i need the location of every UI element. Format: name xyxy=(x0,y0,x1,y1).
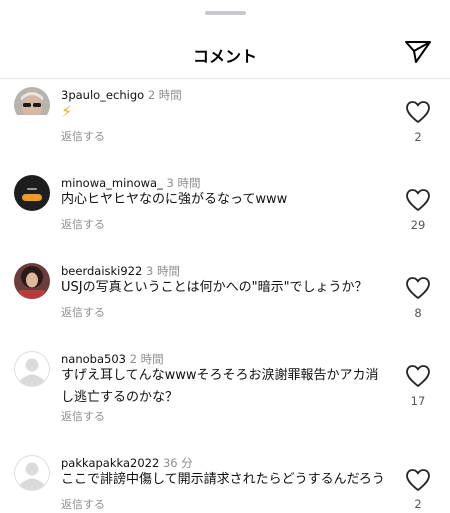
reply-button[interactable]: 返信する xyxy=(61,128,105,144)
username[interactable]: minowa_minowa_ xyxy=(61,176,163,190)
like-count: 2 xyxy=(414,130,422,144)
reply-button[interactable]: 返信する xyxy=(61,496,105,512)
avatar[interactable] xyxy=(14,351,50,387)
avatar-photo-icon xyxy=(14,87,50,123)
heart-icon[interactable] xyxy=(405,100,431,124)
heart-icon[interactable] xyxy=(405,276,431,300)
avatar-photo-icon xyxy=(14,263,50,299)
comment-time: 36 分 xyxy=(162,456,193,470)
avatar-badge-icon xyxy=(14,175,50,211)
comment-text: USJの写真ということは何かへの"暗示"でしょうか？ xyxy=(61,280,368,295)
reply-button[interactable]: 返信する xyxy=(61,216,105,232)
comment-time: 3 時間 xyxy=(145,264,180,278)
heart-icon[interactable] xyxy=(405,364,431,388)
comments-sheet: コメント 3paulo_echigo 2 時間 ⚡ 返信する 2 minowa_… xyxy=(0,0,450,513)
comment-text: ⚡ xyxy=(61,102,73,121)
username[interactable]: beerdaiski922 xyxy=(61,264,142,278)
heart-icon[interactable] xyxy=(405,468,431,492)
avatar[interactable] xyxy=(14,175,50,211)
like-count: 8 xyxy=(414,306,422,320)
drag-handle[interactable] xyxy=(205,11,246,15)
comment-time: 2 時間 xyxy=(147,88,182,102)
sheet-title: コメント xyxy=(192,47,257,66)
default-avatar-icon xyxy=(14,455,50,491)
username[interactable]: pakkapakka2022 xyxy=(61,456,159,470)
avatar[interactable] xyxy=(14,455,50,491)
comment-time: 3 時間 xyxy=(166,176,201,190)
like-count: 17 xyxy=(410,394,426,408)
comment-text: すげえ耳してんなwwwそろそろお涙謝罪報告かアカ消し逃亡するのかな？ xyxy=(61,368,379,405)
reply-button[interactable]: 返信する xyxy=(61,304,105,320)
username[interactable]: nanoba503 xyxy=(61,352,126,366)
comment-time: 2 時間 xyxy=(129,352,164,366)
heart-icon[interactable] xyxy=(405,188,431,212)
username[interactable]: 3paulo_echigo xyxy=(61,88,144,102)
reply-button[interactable]: 返信する xyxy=(61,408,105,424)
like-count: 2 xyxy=(414,497,422,511)
comment-text: 内心ヒヤヒヤなのに強がるなってwww xyxy=(61,192,288,207)
send-icon[interactable] xyxy=(404,40,432,64)
like-count: 29 xyxy=(410,218,426,232)
avatar[interactable] xyxy=(14,263,50,299)
comment-text: ここで誹謗中傷して開示請求されたらどうするんだろう xyxy=(61,472,385,487)
default-avatar-icon xyxy=(14,351,50,387)
header-divider xyxy=(0,78,450,79)
avatar[interactable] xyxy=(14,87,50,123)
